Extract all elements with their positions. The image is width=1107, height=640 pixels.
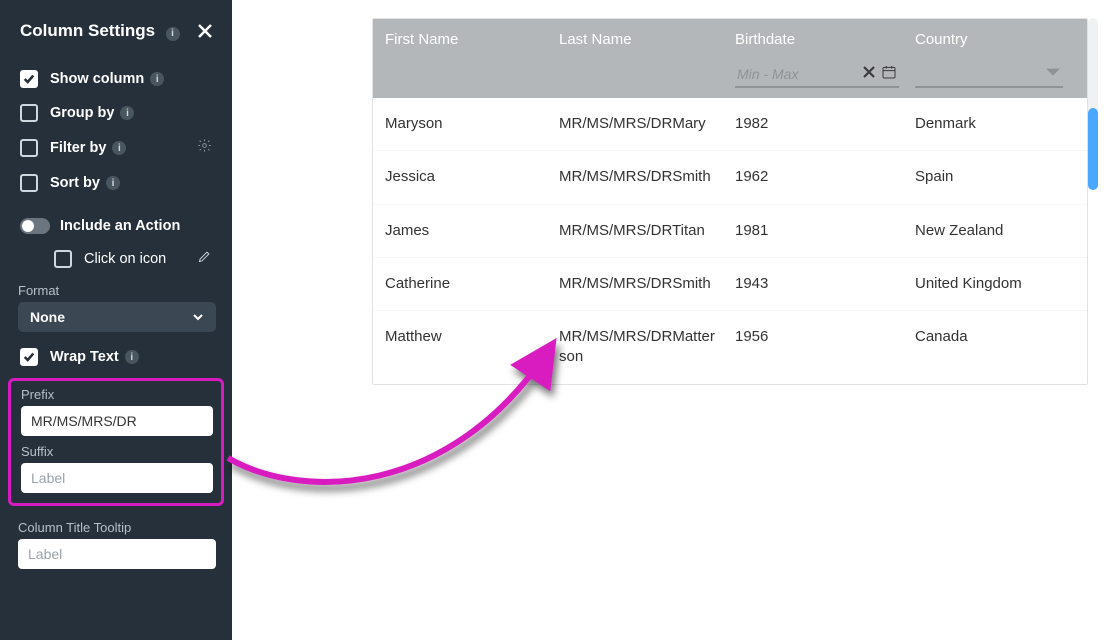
edit-action-button[interactable] <box>197 249 212 269</box>
format-value: None <box>30 309 65 325</box>
cell-birth: 1981 <box>727 205 907 257</box>
group-by-label: Group by <box>50 105 114 121</box>
sort-by-label: Sort by <box>50 175 100 191</box>
suffix-label: Suffix <box>21 444 213 459</box>
group-by-checkbox[interactable] <box>20 104 38 122</box>
table-body: MarysonMR/MS/MRS/DRMary1982DenmarkJessic… <box>373 98 1087 384</box>
sort-by-checkbox[interactable] <box>20 174 38 192</box>
cell-first: Catherine <box>373 258 551 310</box>
include-action-label: Include an Action <box>60 218 180 234</box>
suffix-input[interactable] <box>21 463 213 493</box>
scrollbar-thumb[interactable] <box>1088 108 1098 190</box>
clear-filter-button[interactable] <box>861 64 877 84</box>
show-column-label: Show column <box>50 71 144 87</box>
info-icon[interactable]: i <box>120 106 134 120</box>
data-table: First Name Last Name Birthdate Country M… <box>372 18 1088 385</box>
cell-birth: 1962 <box>727 151 907 203</box>
wrap-text-option[interactable]: Wrap Text i <box>0 338 232 374</box>
click-on-icon-checkbox[interactable] <box>54 250 72 268</box>
gear-icon <box>197 138 212 153</box>
main-area: First Name Last Name Birthdate Country M… <box>232 0 1107 640</box>
cell-country: Canada <box>907 311 1071 384</box>
tooltip-label: Column Title Tooltip <box>18 520 216 535</box>
cell-first: James <box>373 205 551 257</box>
header-country[interactable]: Country <box>907 19 1071 60</box>
table-row[interactable]: MarysonMR/MS/MRS/DRMary1982Denmark <box>373 98 1087 150</box>
panel-title: Column Settings <box>20 21 155 40</box>
filter-by-label: Filter by <box>50 140 106 156</box>
chevron-down-icon <box>192 311 204 323</box>
table-header: First Name Last Name Birthdate Country M… <box>373 19 1087 98</box>
cell-last: MR/MS/MRS/DRSmith <box>551 258 727 310</box>
cell-birth: 1943 <box>727 258 907 310</box>
header-first-name[interactable]: First Name <box>373 19 551 60</box>
show-column-option[interactable]: Show column i <box>0 62 232 96</box>
prefix-label: Prefix <box>21 387 213 402</box>
country-filter[interactable] <box>915 62 1063 88</box>
table-row[interactable]: JessicaMR/MS/MRS/DRSmith1962Spain <box>373 150 1087 203</box>
cell-last: MR/MS/MRS/DRTitan <box>551 205 727 257</box>
close-icon <box>197 23 213 39</box>
header-last-name[interactable]: Last Name <box>551 19 727 60</box>
info-icon[interactable]: i <box>166 27 180 41</box>
caret-down-icon <box>1045 64 1061 80</box>
group-by-option[interactable]: Group by i <box>0 96 232 130</box>
birthdate-filter-placeholder: Min - Max <box>737 66 861 82</box>
info-icon[interactable]: i <box>112 141 126 155</box>
calendar-button[interactable] <box>881 64 897 84</box>
cell-birth: 1982 <box>727 98 907 150</box>
filter-settings-button[interactable] <box>197 138 212 158</box>
format-field: Format None <box>0 277 232 338</box>
cell-first: Matthew <box>373 311 551 384</box>
cell-last: MR/MS/MRS/DRMary <box>551 98 727 150</box>
header-birthdate[interactable]: Birthdate <box>727 19 907 60</box>
cell-country: Denmark <box>907 98 1071 150</box>
filter-by-option[interactable]: Filter by i <box>0 130 232 166</box>
table-row[interactable]: JamesMR/MS/MRS/DRTitan1981New Zealand <box>373 204 1087 257</box>
include-action-toggle[interactable] <box>20 218 50 234</box>
filter-by-checkbox[interactable] <box>20 139 38 157</box>
table-row[interactable]: CatherineMR/MS/MRS/DRSmith1943United Kin… <box>373 257 1087 310</box>
birthdate-filter[interactable]: Min - Max <box>735 62 899 88</box>
tooltip-input[interactable] <box>18 539 216 569</box>
info-icon[interactable]: i <box>150 72 164 86</box>
show-column-checkbox[interactable] <box>20 70 38 88</box>
click-on-icon-option[interactable]: Click on icon <box>0 243 232 277</box>
format-label: Format <box>18 283 216 298</box>
include-action-option[interactable]: Include an Action <box>0 209 232 243</box>
wrap-text-checkbox[interactable] <box>20 348 38 366</box>
cell-last: MR/MS/MRS/DRMatterson <box>551 311 727 384</box>
prefix-input[interactable] <box>21 406 213 436</box>
cell-first: Maryson <box>373 98 551 150</box>
cell-birth: 1956 <box>727 311 907 384</box>
pencil-icon <box>197 249 212 264</box>
sort-by-option[interactable]: Sort by i <box>0 166 232 200</box>
country-filter-dropdown[interactable] <box>1045 64 1061 84</box>
info-icon[interactable]: i <box>125 350 139 364</box>
format-select[interactable]: None <box>18 302 216 332</box>
prefix-suffix-highlight: Prefix Suffix <box>8 378 224 506</box>
column-settings-panel: Column Settings i Show column i Group by… <box>0 0 232 640</box>
cell-country: United Kingdom <box>907 258 1071 310</box>
wrap-text-label: Wrap Text <box>50 349 119 365</box>
click-on-icon-label: Click on icon <box>84 251 166 267</box>
cell-last: MR/MS/MRS/DRSmith <box>551 151 727 203</box>
cell-country: Spain <box>907 151 1071 203</box>
tooltip-field: Column Title Tooltip <box>0 514 232 575</box>
table-row[interactable]: MatthewMR/MS/MRS/DRMatterson1956Canada <box>373 310 1087 384</box>
calendar-icon <box>881 64 897 80</box>
close-button[interactable] <box>194 20 216 42</box>
cell-country: New Zealand <box>907 205 1071 257</box>
cell-first: Jessica <box>373 151 551 203</box>
info-icon[interactable]: i <box>106 176 120 190</box>
